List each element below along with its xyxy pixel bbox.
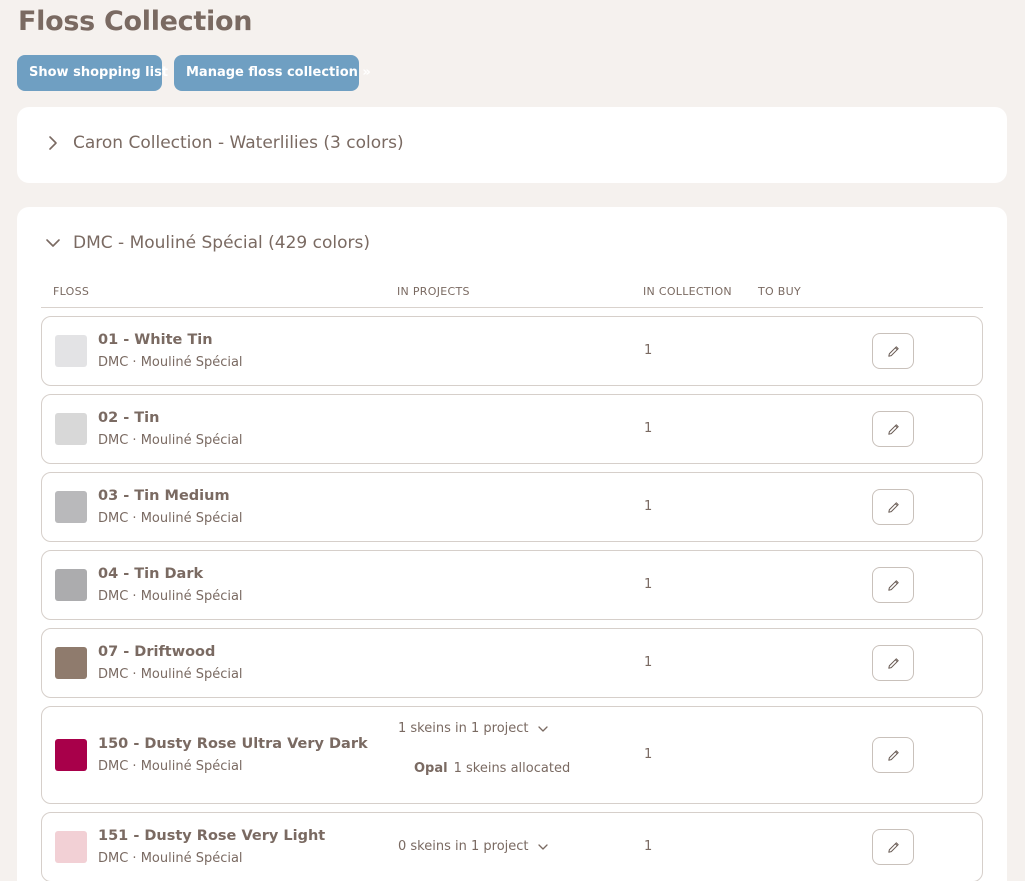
edit-button[interactable] [872,489,914,525]
pencil-icon [887,841,899,853]
chevron-down-icon [537,841,549,853]
floss-row: 07 - Driftwood DMC · Mouliné Spécial 1 [41,628,983,698]
pencil-icon [887,657,899,669]
in-collection-count: 1 [644,343,653,358]
color-swatch [55,831,87,863]
column-header-floss: FLOSS [53,285,90,298]
floss-row: 150 - Dusty Rose Ultra Very Dark DMC · M… [41,706,983,804]
column-header-in-collection: IN COLLECTION [643,285,732,298]
pencil-icon [887,345,899,357]
floss-name: 01 - White Tin [98,332,213,348]
in-collection-count: 1 [644,421,653,436]
floss-name: 151 - Dusty Rose Very Light [98,828,326,844]
color-swatch [55,569,87,601]
collection-header-dmc[interactable]: DMC - Mouliné Spécial (429 colors) [45,233,370,253]
floss-brand: DMC · Mouliné Spécial [98,851,243,866]
collection-title: Caron Collection - Waterlilies (3 colors… [73,133,404,153]
floss-brand: DMC · Mouliné Spécial [98,589,243,604]
edit-button[interactable] [872,411,914,447]
projects-summary: 0 skeins in 1 project [398,839,529,854]
collection-header-caron[interactable]: Caron Collection - Waterlilies (3 colors… [45,133,404,153]
floss-row: 151 - Dusty Rose Very Light DMC · Moulin… [41,812,983,881]
color-swatch [55,491,87,523]
in-collection-count: 1 [644,577,653,592]
edit-button[interactable] [872,737,914,773]
chevron-right-icon [45,135,61,151]
floss-collection-page: Floss Collection Show shopping list Mana… [0,0,1025,881]
edit-button[interactable] [872,829,914,865]
pencil-icon [887,749,899,761]
floss-brand: DMC · Mouliné Spécial [98,511,243,526]
color-swatch [55,739,87,771]
floss-name: 150 - Dusty Rose Ultra Very Dark [98,736,368,752]
floss-brand: DMC · Mouliné Spécial [98,433,243,448]
edit-button[interactable] [872,567,914,603]
floss-name: 07 - Driftwood [98,644,216,660]
floss-row: 01 - White Tin DMC · Mouliné Spécial 1 [41,316,983,386]
collection-card-caron: Caron Collection - Waterlilies (3 colors… [17,107,1007,183]
page-title: Floss Collection [18,6,253,37]
chevron-down-icon [45,235,61,251]
in-collection-count: 1 [644,655,653,670]
allocation-text: 1 skeins allocated [453,761,571,776]
collection-title: DMC - Mouliné Spécial (429 colors) [73,233,370,253]
floss-brand: DMC · Mouliné Spécial [98,667,243,682]
show-shopping-list-button[interactable]: Show shopping list [17,55,168,91]
projects-toggle[interactable]: 1 skeins in 1 project [398,721,549,736]
color-swatch [55,413,87,445]
color-swatch [55,335,87,367]
floss-row: 04 - Tin Dark DMC · Mouliné Spécial 1 [41,550,983,620]
edit-button[interactable] [872,333,914,369]
project-name: Opal [414,761,448,776]
in-collection-count: 1 [644,839,653,854]
project-allocation: Opal 1 skeins allocated [414,761,570,776]
collection-card-dmc: DMC - Mouliné Spécial (429 colors) FLOSS… [17,207,1007,881]
in-collection-count: 1 [644,499,653,514]
floss-row: 02 - Tin DMC · Mouliné Spécial 1 [41,394,983,464]
projects-summary: 1 skeins in 1 project [398,721,529,736]
in-collection-count: 1 [644,747,653,762]
floss-brand: DMC · Mouliné Spécial [98,759,243,774]
projects-toggle[interactable]: 0 skeins in 1 project [398,839,549,854]
header-divider [41,307,983,308]
floss-row: 03 - Tin Medium DMC · Mouliné Spécial 1 [41,472,983,542]
color-swatch [55,647,87,679]
floss-name: 04 - Tin Dark [98,566,204,582]
edit-button[interactable] [872,645,914,681]
pencil-icon [887,579,899,591]
floss-name: 03 - Tin Medium [98,488,230,504]
column-header-in-projects: IN PROJECTS [397,285,470,298]
pencil-icon [887,501,899,513]
floss-brand: DMC · Mouliné Spécial [98,355,243,370]
pencil-icon [887,423,899,435]
manage-floss-collection-button[interactable]: Manage floss collection » [174,55,371,91]
column-header-to-buy: TO BUY [758,285,801,298]
floss-name: 02 - Tin [98,410,160,426]
chevron-down-icon [537,723,549,735]
